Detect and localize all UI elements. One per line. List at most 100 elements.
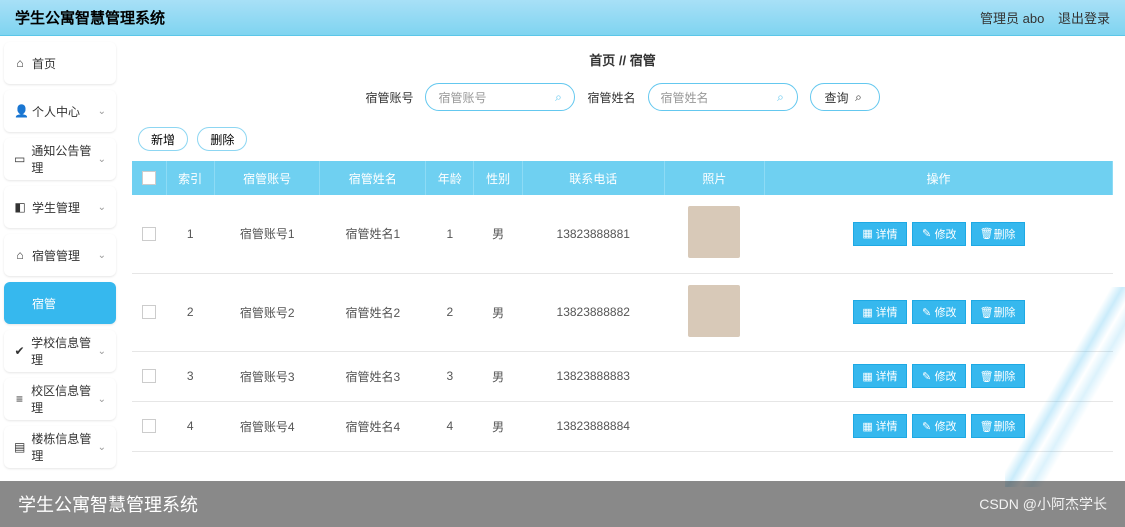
sidebar-item-label: 学生管理 [32, 199, 80, 216]
detail-icon: ▦ [862, 420, 874, 433]
sidebar-item-1[interactable]: 👤个人中心⌄ [4, 90, 116, 132]
menu-icon: 👤 [14, 104, 26, 118]
delete-icon: 🗑 [980, 420, 992, 433]
sidebar-item-label: 学校信息管理 [31, 334, 98, 368]
ops-cell: ▦详情✎修改🗑删除 [765, 296, 1113, 328]
row-delete-button[interactable]: 🗑删除 [971, 222, 1025, 246]
table-row: 1宿管账号1宿管姓名11男13823888881▦详情✎修改🗑删除 [132, 195, 1113, 273]
col-header-0 [132, 161, 166, 195]
sidebar-item-label: 首页 [32, 55, 56, 72]
sidebar-item-8[interactable]: ▤ 楼栋信息管理⌄ [4, 426, 116, 468]
menu-icon: ≡ [14, 392, 25, 406]
search-input-name[interactable]: 宿管姓名 ⌕ [648, 83, 798, 111]
sidebar-item-6[interactable]: ✔学校信息管理⌄ [4, 330, 116, 372]
search-input-account[interactable]: 宿管账号 ⌕ [425, 83, 575, 111]
row-checkbox[interactable] [142, 305, 156, 319]
cell-index: 1 [166, 195, 214, 273]
chevron-down-icon: ⌄ [98, 154, 106, 165]
cell-index: 4 [166, 401, 214, 451]
sidebar-item-2[interactable]: ▭通知公告管理⌄ [4, 138, 116, 180]
table-body: 1宿管账号1宿管姓名11男13823888881▦详情✎修改🗑删除2宿管账号2宿… [132, 195, 1113, 451]
sidebar: ⌂首页👤个人中心⌄▭通知公告管理⌄◧学生管理⌄⌂宿管管理⌄宿管✔学校信息管理⌄≡… [0, 36, 120, 527]
table-row: 3宿管账号3宿管姓名33男13823888883▦详情✎修改🗑删除 [132, 351, 1113, 401]
chevron-down-icon: ⌄ [98, 106, 106, 117]
data-table: 索引宿管账号宿管姓名年龄性别联系电话照片操作 1宿管账号1宿管姓名11男1382… [132, 161, 1113, 452]
chevron-down-icon: ⌄ [98, 394, 106, 405]
chevron-down-icon: ⌄ [98, 202, 106, 213]
row-checkbox[interactable] [142, 369, 156, 383]
sidebar-item-label: 校区信息管理 [31, 382, 98, 416]
cell-name: 宿管姓名2 [320, 273, 426, 351]
cell-photo [664, 401, 764, 451]
admin-label[interactable]: 管理员 abo [980, 11, 1044, 26]
query-button-label: 查询 [825, 89, 849, 106]
cell-name: 宿管姓名4 [320, 401, 426, 451]
detail-button[interactable]: ▦详情 [853, 414, 907, 438]
col-header-7: 照片 [664, 161, 764, 195]
cell-age: 2 [426, 273, 474, 351]
sidebar-item-3[interactable]: ◧学生管理⌄ [4, 186, 116, 228]
detail-button[interactable]: ▦详情 [853, 300, 907, 324]
cell-phone: 13823888882 [522, 273, 664, 351]
edit-icon: ✎ [921, 420, 933, 433]
col-header-1: 索引 [166, 161, 214, 195]
chevron-down-icon: ⌄ [98, 346, 106, 357]
search-icon: ⌕ [552, 90, 564, 105]
cell-gender: 男 [474, 351, 522, 401]
breadcrumb-sep: // [619, 53, 626, 68]
row-checkbox[interactable] [142, 419, 156, 433]
sidebar-item-7[interactable]: ≡ 校区信息管理⌄ [4, 378, 116, 420]
sidebar-item-0[interactable]: ⌂首页 [4, 42, 116, 84]
search-row: 宿管账号 宿管账号 ⌕ 宿管姓名 宿管姓名 ⌕ 查询 ⌕ [132, 83, 1113, 111]
row-delete-button[interactable]: 🗑删除 [971, 300, 1025, 324]
add-button[interactable]: 新增 [138, 127, 188, 151]
cell-phone: 13823888884 [522, 401, 664, 451]
delete-button[interactable]: 删除 [197, 127, 247, 151]
table-row: 4宿管账号4宿管姓名44男13823888884▦详情✎修改🗑删除 [132, 401, 1113, 451]
search-label-name: 宿管姓名 [587, 89, 635, 106]
row-checkbox[interactable] [142, 227, 156, 241]
edit-button[interactable]: ✎修改 [912, 222, 966, 246]
select-all-checkbox[interactable] [142, 171, 156, 185]
cell-photo [664, 195, 764, 273]
cell-gender: 男 [474, 195, 522, 273]
col-header-2: 宿管账号 [214, 161, 320, 195]
col-header-4: 年龄 [426, 161, 474, 195]
placeholder-text: 宿管账号 [438, 89, 486, 106]
watermark-bar: 学生公寓智慧管理系统 CSDN @小阿杰学长 [0, 481, 1125, 527]
sidebar-item-label: 宿管 [32, 295, 56, 312]
edit-icon: ✎ [921, 227, 933, 240]
detail-button[interactable]: ▦详情 [853, 364, 907, 388]
cell-account: 宿管账号3 [214, 351, 320, 401]
breadcrumb-home[interactable]: 首页 [589, 53, 615, 68]
cell-index: 3 [166, 351, 214, 401]
watermark-left: 学生公寓智慧管理系统 [18, 491, 198, 517]
ops-cell: ▦详情✎修改🗑删除 [765, 360, 1113, 392]
cell-name: 宿管姓名3 [320, 351, 426, 401]
chevron-down-icon: ⌄ [98, 442, 106, 453]
edit-icon: ✎ [921, 370, 933, 383]
table-header-row: 索引宿管账号宿管姓名年龄性别联系电话照片操作 [132, 161, 1113, 195]
row-delete-button[interactable]: 🗑删除 [971, 414, 1025, 438]
sidebar-item-5[interactable]: 宿管 [4, 282, 116, 324]
edit-button[interactable]: ✎修改 [912, 364, 966, 388]
photo-thumbnail[interactable] [688, 206, 740, 258]
edit-button[interactable]: ✎修改 [912, 414, 966, 438]
edit-button[interactable]: ✎修改 [912, 300, 966, 324]
app-title: 学生公寓智慧管理系统 [15, 7, 165, 28]
toolbar: 新增 删除 [138, 127, 1113, 151]
menu-icon: ▤ [14, 440, 25, 454]
search-label-account: 宿管账号 [365, 89, 413, 106]
detail-button[interactable]: ▦详情 [853, 222, 907, 246]
logout-link[interactable]: 退出登录 [1058, 11, 1110, 26]
query-button[interactable]: 查询 ⌕ [810, 83, 880, 111]
row-delete-button[interactable]: 🗑删除 [971, 364, 1025, 388]
cell-age: 3 [426, 351, 474, 401]
sidebar-item-label: 楼栋信息管理 [31, 430, 97, 464]
cell-account: 宿管账号1 [214, 195, 320, 273]
cell-account: 宿管账号4 [214, 401, 320, 451]
photo-thumbnail[interactable] [688, 285, 740, 337]
col-header-3: 宿管姓名 [320, 161, 426, 195]
sidebar-item-4[interactable]: ⌂宿管管理⌄ [4, 234, 116, 276]
cell-photo [664, 351, 764, 401]
